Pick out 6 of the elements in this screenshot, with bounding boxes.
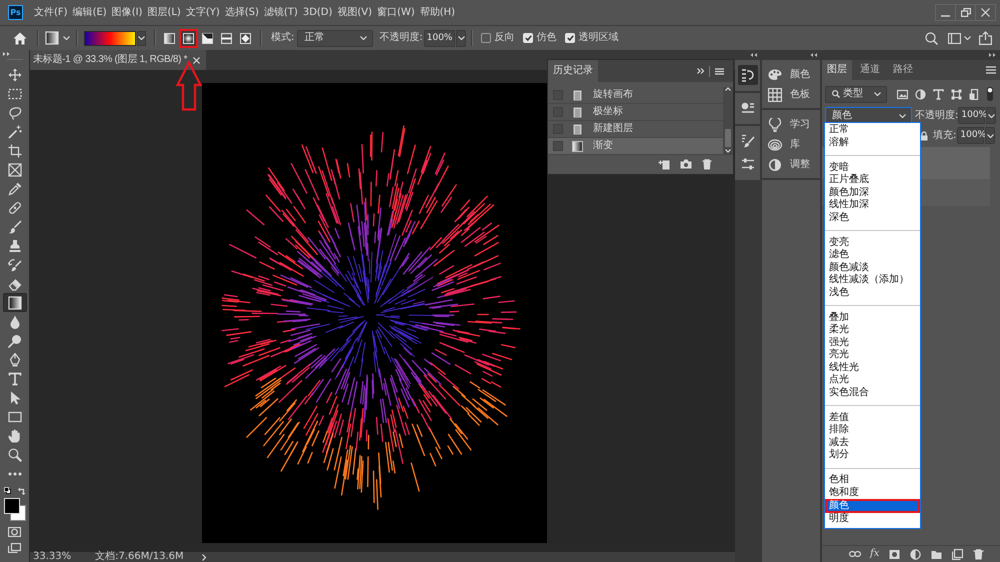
fill-label: 填充:: [933, 130, 956, 142]
mode-label: 模式:: [271, 32, 294, 44]
document-size: 文档:7.66M/13.6M: [95, 552, 184, 562]
opacity-label: 不透明度:: [915, 110, 958, 122]
opacity-label: 不透明度:: [379, 32, 423, 44]
app-logo: Ps: [8, 5, 23, 20]
